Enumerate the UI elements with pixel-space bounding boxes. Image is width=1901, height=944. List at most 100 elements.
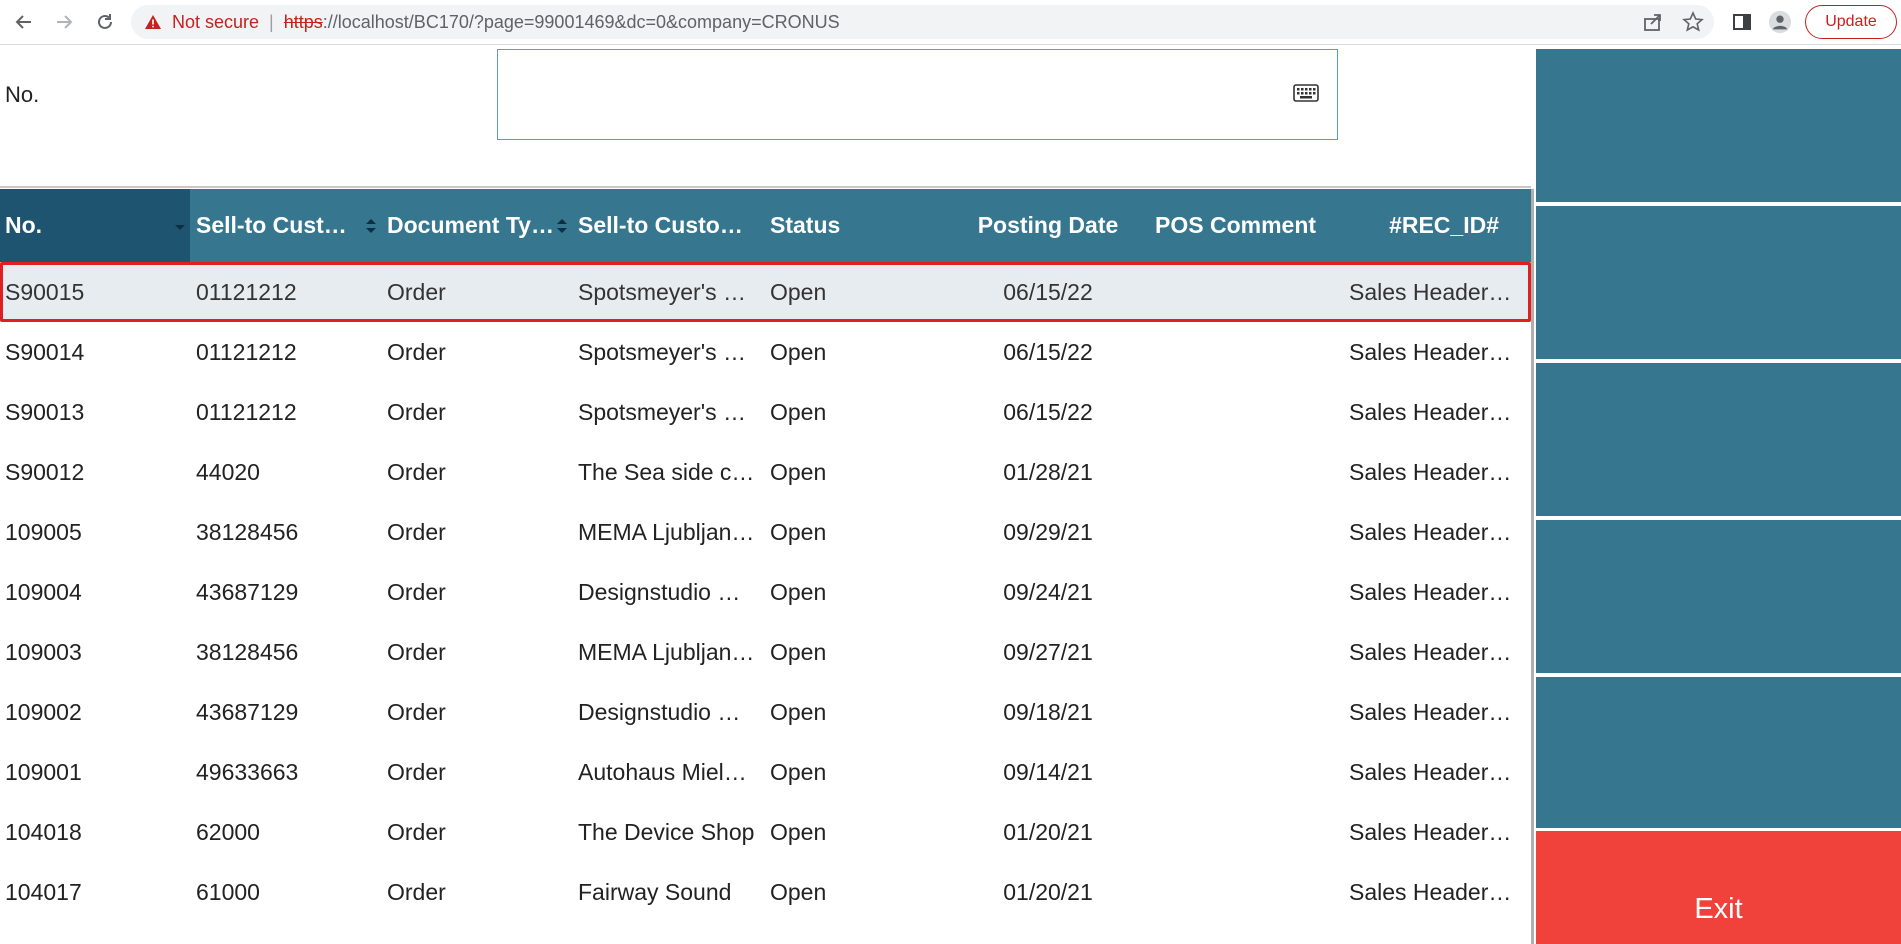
cell-posting-date: 01/20/21	[953, 862, 1143, 922]
cell-text: S90014	[5, 338, 85, 365]
address-bar[interactable]: Not secure | https://localhost/BC170/?pa…	[131, 5, 1714, 39]
cell-status: Open	[763, 862, 953, 922]
side-panel-icon[interactable]	[1730, 10, 1754, 34]
cell-rec-id: Sales Header: Order,104017	[1333, 862, 1531, 922]
forward-arrow-icon[interactable]	[52, 10, 76, 34]
action-button-2[interactable]	[1536, 206, 1901, 359]
column-header-sell-to-customer-no[interactable]: Sell-to Customer No.	[190, 189, 381, 262]
sort-arrows-icon[interactable]	[365, 218, 377, 234]
url-text[interactable]: https://localhost/BC170/?page=99001469&d…	[284, 12, 840, 33]
exit-button[interactable]: Exit	[1536, 831, 1901, 944]
table-row[interactable]: 109004 43687129 Order Designstudio Gmunden O…	[0, 562, 1531, 622]
cell-rec-id: Sales Header: Order,109003	[1333, 622, 1531, 682]
table-row[interactable]: S90012 44020 Order The Sea side company Open…	[0, 442, 1531, 502]
column-header-pos-comment[interactable]: POS Comment	[1143, 189, 1333, 262]
cell-text: Order	[387, 458, 446, 485]
action-button-5[interactable]	[1536, 677, 1901, 828]
column-header-label: Sell-to Customer No.	[196, 212, 356, 238]
cell-text: 06/15/22	[1003, 338, 1093, 365]
sort-arrows-icon[interactable]	[556, 218, 568, 234]
cell-sell-to-customer-name: The Sea side company	[572, 442, 763, 502]
update-button[interactable]: Update	[1805, 5, 1897, 39]
cell-text: Open	[770, 638, 827, 665]
table-row[interactable]: S90013 01121212 Order Spotsmeyer's Furnishi…	[0, 382, 1531, 442]
cell-no: 109003	[0, 622, 190, 682]
cell-text: 01121212	[196, 338, 297, 365]
cell-text: Order	[387, 758, 446, 785]
cell-text: Sales Header: Order,109001	[1349, 758, 1517, 785]
cell-text: 01121212	[196, 398, 297, 425]
action-button-4[interactable]	[1536, 520, 1901, 673]
column-header-sell-to-customer-name[interactable]: Sell-to Customer Name	[572, 189, 763, 262]
cell-document-type: Order	[381, 262, 572, 322]
cell-sell-to-customer-name: The Device Shop	[572, 802, 763, 862]
share-icon[interactable]	[1642, 11, 1664, 38]
cell-text: Sales Header: Order,109002	[1349, 698, 1517, 725]
cell-text: 44020	[196, 458, 260, 485]
cell-pos-comment	[1143, 562, 1333, 622]
cell-pos-comment	[1143, 262, 1333, 322]
table-row[interactable]: S90015 01121212 Order Spotsmeyer's Furnishi…	[0, 262, 1531, 322]
table-row[interactable]: 104017 61000 Order Fairway Sound Open 01/20/2…	[0, 862, 1531, 922]
cell-text: 06/15/22	[1003, 278, 1093, 305]
cell-pos-comment	[1143, 742, 1333, 802]
bookmark-star-icon[interactable]	[1682, 11, 1704, 38]
cell-text: 09/27/21	[1003, 638, 1093, 665]
cell-text: 49633663	[196, 758, 299, 785]
profile-avatar-icon[interactable]	[1768, 10, 1792, 34]
column-header-posting-date[interactable]: Posting Date	[953, 189, 1143, 262]
column-header-rec-id[interactable]: #REC_ID#	[1333, 189, 1531, 262]
column-header-no[interactable]: No.	[0, 189, 190, 262]
cell-text: Order	[387, 578, 446, 605]
keyboard-icon[interactable]	[1293, 84, 1319, 107]
browser-toolbar: Not secure | https://localhost/BC170/?pa…	[0, 0, 1901, 45]
security-label[interactable]: Not secure	[172, 12, 259, 33]
cell-sell-to-customer-no: 43687129	[190, 682, 381, 742]
back-arrow-icon[interactable]	[12, 10, 36, 34]
cell-rec-id: Sales Header: Order,109002	[1333, 682, 1531, 742]
cell-text: 43687129	[196, 578, 299, 605]
action-button-3[interactable]	[1536, 363, 1901, 516]
cell-no: 109005	[0, 502, 190, 562]
cell-text: 43687129	[196, 698, 299, 725]
cell-sell-to-customer-name: Spotsmeyer's Furnishings	[572, 382, 763, 442]
cell-posting-date: 01/20/21	[953, 802, 1143, 862]
cell-posting-date: 06/15/22	[953, 322, 1143, 382]
cell-posting-date: 01/28/21	[953, 442, 1143, 502]
table-row[interactable]: 109005 38128456 Order MEMA Ljubljana d.o.o.…	[0, 502, 1531, 562]
cell-document-type: Order	[381, 322, 572, 382]
table-row[interactable]: 104018 62000 Order The Device Shop Open 01/20…	[0, 802, 1531, 862]
cell-text: 38128456	[196, 638, 299, 665]
warning-icon[interactable]	[144, 14, 162, 30]
cell-text: Sales Header: Order,104017	[1349, 878, 1517, 905]
cell-rec-id: Sales Header: Order,S90013	[1333, 382, 1531, 442]
column-header-status[interactable]: Status	[763, 189, 953, 262]
cell-text: 104017	[5, 878, 82, 905]
cell-text: Open	[770, 518, 827, 545]
reload-icon[interactable]	[93, 10, 117, 34]
column-header-document-type[interactable]: Document Type	[381, 189, 572, 262]
cell-text: 109005	[5, 518, 82, 545]
table-row[interactable]: S90014 01121212 Order Spotsmeyer's Furnishi…	[0, 322, 1531, 382]
cell-posting-date: 09/14/21	[953, 742, 1143, 802]
cell-sell-to-customer-name: MEMA Ljubljana d.o.o.	[572, 502, 763, 562]
cell-sell-to-customer-name: Autohaus Mielberg KG	[572, 742, 763, 802]
cell-document-type: Order	[381, 382, 572, 442]
table-row[interactable]: 109002 43687129 Order Designstudio Gmunden O…	[0, 682, 1531, 742]
table-row[interactable]: 109003 38128456 Order MEMA Ljubljana d.o.o.…	[0, 622, 1531, 682]
table-row[interactable]: 109001 49633663 Order Autohaus Mielberg KG O…	[0, 742, 1531, 802]
cell-text: 01/20/21	[1003, 878, 1093, 905]
cell-rec-id: Sales Header: Order,S90014	[1333, 322, 1531, 382]
cell-text: 06/15/22	[1003, 398, 1093, 425]
cell-sell-to-customer-name: Spotsmeyer's Furnishings	[572, 322, 763, 382]
sort-arrows-icon[interactable]	[174, 218, 186, 234]
cell-status: Open	[763, 562, 953, 622]
filter-input[interactable]	[497, 49, 1338, 140]
action-button-1[interactable]	[1536, 49, 1901, 202]
url-rest: ://localhost/BC170/?page=99001469&dc=0&c…	[322, 11, 840, 32]
cell-rec-id: Sales Header: Order,104018	[1333, 802, 1531, 862]
cell-text: Order	[387, 278, 446, 305]
cell-sell-to-customer-name: Designstudio Gmunden	[572, 562, 763, 622]
column-header-label: #REC_ID#	[1389, 212, 1499, 238]
cell-text: Designstudio Gmunden	[578, 698, 755, 725]
